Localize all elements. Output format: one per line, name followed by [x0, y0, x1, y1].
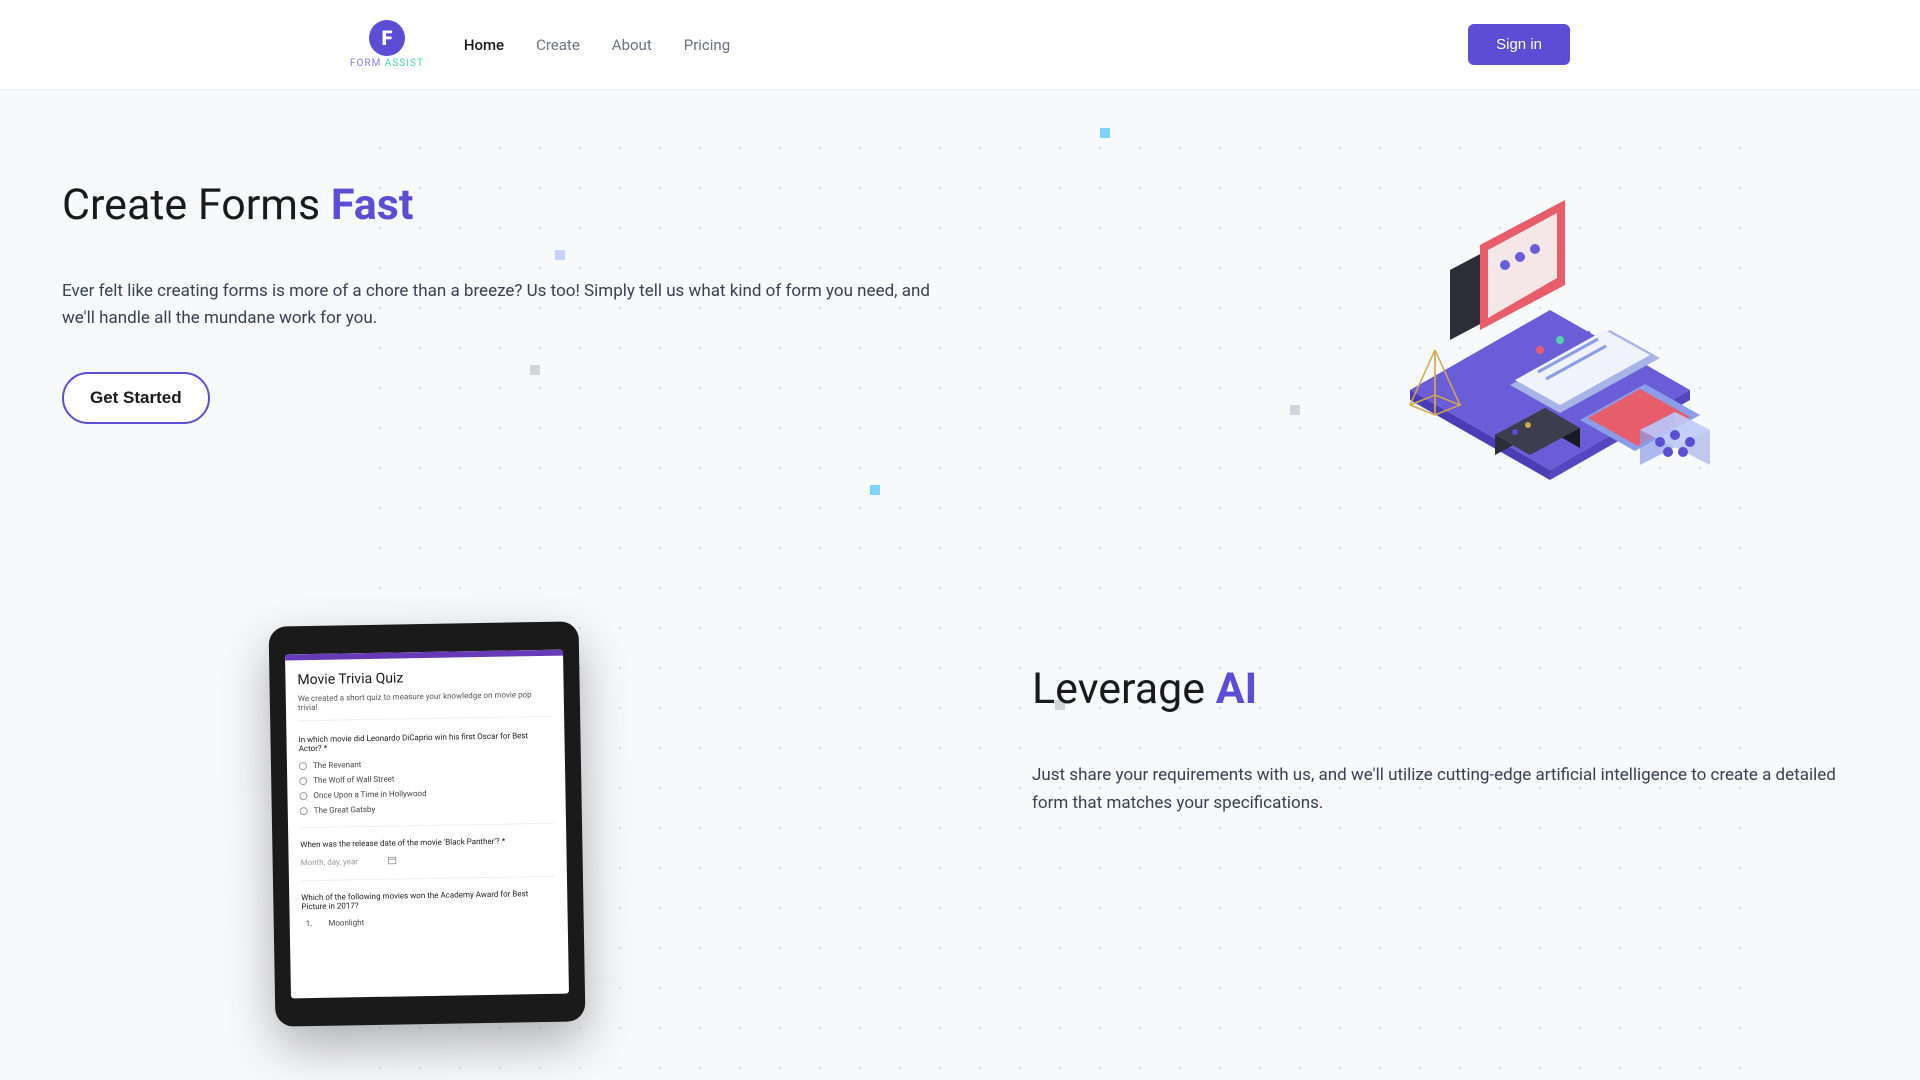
form-option: The Revenant [299, 757, 553, 770]
header: FORM ASSIST Home Create About Pricing Si… [0, 0, 1920, 90]
form-option: Once Upon a Time in Hollywood [299, 787, 553, 800]
form-option: The Great Gatsby [300, 802, 554, 815]
nav-create[interactable]: Create [536, 36, 580, 54]
form-question-1: In which movie did Leonardo DiCaprio win… [298, 731, 552, 753]
radio-icon [299, 762, 307, 770]
option-label: The Revenant [313, 761, 362, 771]
hero1-description: Ever felt like creating forms is more of… [62, 278, 942, 332]
signin-button[interactable]: Sign in [1468, 24, 1570, 65]
form-question-2: When was the release date of the movie '… [300, 836, 554, 849]
hero2-title: Leverage AI [1032, 664, 1858, 714]
option-label: The Great Gatsby [314, 805, 376, 815]
radio-icon [299, 777, 307, 785]
option-number: 1. [306, 919, 313, 928]
hero-section-2: Movie Trivia Quiz We created a short qui… [0, 424, 1920, 1024]
radio-icon [300, 807, 308, 815]
hero1-text: Create Forms Fast Ever felt like creatin… [62, 180, 942, 424]
hero1-title: Create Forms Fast [62, 180, 942, 230]
option-label: The Wolf of Wall Street [313, 775, 394, 785]
option-label: Moonlight [328, 918, 364, 928]
logo-icon [369, 20, 405, 56]
nav-pricing[interactable]: Pricing [684, 36, 730, 54]
radio-icon [299, 792, 307, 800]
tablet-screen: Movie Trivia Quiz We created a short qui… [285, 650, 569, 999]
nav-home[interactable]: Home [464, 36, 504, 54]
divider [301, 876, 555, 881]
date-placeholder: Month, day, year [301, 858, 358, 868]
option-label: Once Upon a Time in Hollywood [313, 789, 426, 800]
calendar-icon [388, 856, 397, 867]
form-numbered-option: 1. Moonlight [306, 915, 556, 928]
form-description: We created a short quiz to measure your … [298, 690, 552, 721]
hero1-title-accent: Fast [331, 180, 414, 230]
logo-assist: ASSIST [385, 58, 424, 69]
hero2-description: Just share your requirements with us, an… [1032, 762, 1858, 816]
tablet-content: Movie Trivia Quiz We created a short qui… [285, 656, 568, 947]
hero1-title-prefix: Create Forms [62, 180, 331, 230]
form-question-3: Which of the following movies won the Ac… [301, 889, 555, 911]
divider [300, 823, 554, 828]
hero2-text: Leverage AI Just share your requirements… [1032, 624, 1858, 1024]
tablet-mockup: Movie Trivia Quiz We created a short qui… [269, 622, 586, 1027]
nav-about[interactable]: About [612, 36, 652, 54]
logo-text: FORM ASSIST [350, 58, 424, 69]
date-input-mock: Month, day, year [301, 853, 555, 868]
logo-form: FORM [350, 58, 381, 69]
main-nav: Home Create About Pricing [464, 36, 730, 54]
hero2-title-prefix: Leverage [1032, 664, 1216, 714]
form-option: The Wolf of Wall Street [299, 772, 553, 785]
form-title: Movie Trivia Quiz [297, 668, 551, 688]
logo[interactable]: FORM ASSIST [350, 20, 424, 69]
header-left: FORM ASSIST Home Create About Pricing [350, 20, 730, 69]
get-started-button[interactable]: Get Started [62, 372, 210, 424]
hero2-title-accent: AI [1216, 664, 1257, 714]
